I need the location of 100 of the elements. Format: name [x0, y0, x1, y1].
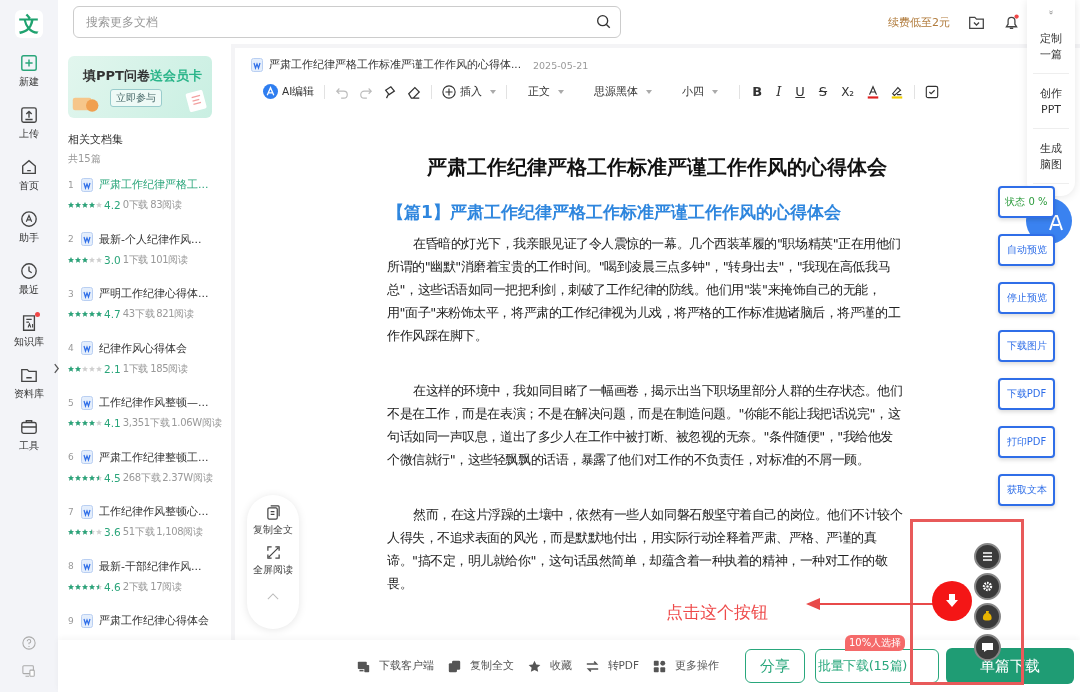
- bold-button[interactable]: B: [750, 84, 765, 99]
- read-count: 1.06W阅读: [171, 416, 222, 430]
- checkbox-icon[interactable]: [925, 84, 940, 99]
- paragraph: 在昏暗的灯光下，我亲眼见证了令人震惊的一幕。几个西装革履的"职场精英"正在用他们所谓的"幽默"消磨着宝贵的工作时间。"喝到凌晨三点多钟"，"转身出去"，"我现在高低我马总"，这些话语如同一把把利剑，刺破了工作纪律的防线。他们用"装"来掩饰自己的无能，用"面子"来粉饰太平，将严肃的工作纪律视为儿戏，将严格的工作标准抛诸脑后，将严谨的工作作风踩在脚下。: [387, 235, 902, 345]
- side-panel-item[interactable]: 创作PPT: [1033, 86, 1069, 129]
- nav-item[interactable]: 资料库: [14, 366, 44, 418]
- document-link[interactable]: 严明工作纪律心得体...: [99, 286, 209, 301]
- toolbar-action[interactable]: 更多操作: [653, 659, 719, 673]
- rating-value: 3.6: [104, 526, 121, 538]
- home-icon: [20, 158, 38, 176]
- action-button[interactable]: 打印PDF: [998, 426, 1055, 458]
- status-button[interactable]: 状态 0 %: [998, 186, 1055, 218]
- nav-item[interactable]: 上传: [19, 106, 39, 158]
- item-number: 1: [68, 179, 75, 190]
- document-link[interactable]: 纪律作风心得体会: [99, 340, 187, 356]
- popularity-badge: 10%人选择: [845, 635, 906, 651]
- document-file-icon: [81, 341, 93, 355]
- document-link[interactable]: 严肃工作纪律心得体会: [99, 613, 209, 628]
- document-title: 严肃工作纪律严格工作标准严谨工作作风的心得体...: [269, 58, 521, 72]
- search-icon[interactable]: [596, 14, 611, 29]
- document-date: 2025-05-21: [533, 59, 589, 71]
- reader-tool-button[interactable]: 全屏阅读: [253, 545, 293, 577]
- item-number: 4: [68, 343, 75, 353]
- plus-box-icon: [20, 54, 38, 72]
- document-link[interactable]: 严肃工作纪律整顿工...: [99, 449, 209, 465]
- document-link[interactable]: 最新-干部纪律作风...: [99, 558, 202, 574]
- rating-value: 4.1: [104, 417, 121, 429]
- side-panel-item[interactable]: 定制一篇: [1033, 31, 1069, 74]
- toolbar-action[interactable]: 转PDF: [585, 659, 639, 673]
- action-button[interactable]: 下载PDF: [998, 378, 1055, 410]
- insert-dropdown[interactable]: 插入: [442, 84, 497, 99]
- banner-title: 填PPT问卷: [83, 68, 150, 83]
- document-file-icon: [251, 58, 263, 72]
- rating-value: 4.7: [104, 308, 121, 320]
- toolbar-action[interactable]: 下载客户端: [356, 659, 434, 673]
- bell-icon[interactable]: [1003, 13, 1020, 31]
- search-field[interactable]: 搜索更多文档: [73, 6, 621, 38]
- join-button[interactable]: 立即参与: [110, 89, 162, 107]
- clock-icon: [20, 262, 38, 280]
- italic-button[interactable]: I: [774, 84, 784, 99]
- download-count: 43下载: [122, 307, 155, 321]
- document-file-icon: [81, 613, 93, 628]
- download-button[interactable]: [932, 581, 972, 621]
- plus-icon: [442, 84, 457, 99]
- font-color-icon[interactable]: [866, 84, 881, 99]
- subscript-button[interactable]: X₂: [839, 84, 857, 99]
- desktop-icon: [356, 659, 370, 673]
- folder-icon: [20, 366, 38, 384]
- collection-title: 相关文档集: [68, 132, 124, 147]
- rating-value: 4.2: [104, 199, 121, 211]
- document-file-icon: [81, 559, 93, 573]
- download-count: 51下载: [122, 525, 155, 539]
- action-button[interactable]: 下载图片: [998, 330, 1055, 362]
- item-number: 3: [68, 288, 75, 299]
- fullscreen-icon: [265, 545, 281, 560]
- renewal-promo-link[interactable]: 续费低至2元: [888, 14, 950, 30]
- download-count: 3,351下载: [122, 416, 170, 430]
- promo-banner[interactable]: 填PPT问卷送会员卡 立即参与: [68, 56, 212, 118]
- download-count: 1下载: [122, 252, 149, 267]
- nav-item[interactable]: 知识库: [14, 314, 44, 366]
- document-link[interactable]: 工作纪律作风整顿心...: [99, 504, 209, 519]
- font-size-dropdown[interactable]: 小四: [671, 84, 730, 99]
- paragraph: 在这样的环境中，我如同目睹了一幅画卷，揭示出当下职场里部分人群的生存状态。他们不是在工作，而是在表演；不是在解决问题，而是在制造问题。"你能不能让我把话说完"，这句话如同一声叹息，道出了多少人在工作中被打断、被忽视的无奈。"条件随便"，"我给他发个微信就行"，这些轻飘飘的话语，暴露了他们对工作的不负责任，对标准的不屑一顾。: [387, 382, 904, 469]
- reader-tool-button[interactable]: 复制全文: [253, 505, 293, 537]
- nav-item[interactable]: 助手: [19, 210, 39, 262]
- action-button[interactable]: 停止预览: [998, 282, 1055, 314]
- action-button[interactable]: 自动预览: [998, 234, 1055, 266]
- chevron-right-icon[interactable]: [53, 363, 60, 374]
- rating-value: 3.0: [104, 253, 121, 266]
- nav-item[interactable]: 最近: [19, 262, 39, 314]
- document-file-icon: [81, 286, 93, 301]
- ai-icon: [263, 84, 278, 99]
- underline-button[interactable]: U: [793, 84, 807, 99]
- action-button[interactable]: 获取文本: [998, 474, 1055, 506]
- highlighter-icon[interactable]: [890, 84, 905, 99]
- paragraph-style-dropdown[interactable]: 正文: [517, 84, 576, 99]
- item-number: 2: [68, 234, 75, 244]
- font-dropdown[interactable]: 思源黑体: [585, 84, 662, 99]
- toolbar-action[interactable]: 收藏: [527, 659, 572, 673]
- strike-button[interactable]: S: [816, 84, 830, 99]
- download-count: 0下载: [122, 198, 149, 212]
- eraser-icon[interactable]: [407, 84, 422, 99]
- item-number: 9: [68, 615, 75, 626]
- document-link[interactable]: 最新-个人纪律作风...: [99, 231, 202, 247]
- document-link[interactable]: 工作纪律作风整顿—...: [99, 395, 209, 410]
- toolbar-action[interactable]: 复制全文: [447, 659, 514, 673]
- item-number: 7: [68, 506, 75, 517]
- ai-edit-button[interactable]: AI编辑: [263, 84, 315, 99]
- read-count: 185阅读: [150, 361, 188, 376]
- item-number: 8: [68, 561, 75, 571]
- item-number: 6: [68, 452, 75, 462]
- nav-item[interactable]: 工具: [19, 418, 39, 470]
- assistant-icon: [20, 210, 38, 228]
- format-painter-icon[interactable]: [383, 84, 398, 99]
- nav-item[interactable]: 新建: [19, 54, 39, 106]
- side-panel-item[interactable]: 生成脑图: [1033, 141, 1069, 184]
- document-file-icon: [81, 177, 93, 192]
- download-count: 268下载: [122, 470, 161, 485]
- nav-item[interactable]: 首页: [19, 158, 39, 210]
- ai-document-icon: [20, 314, 38, 332]
